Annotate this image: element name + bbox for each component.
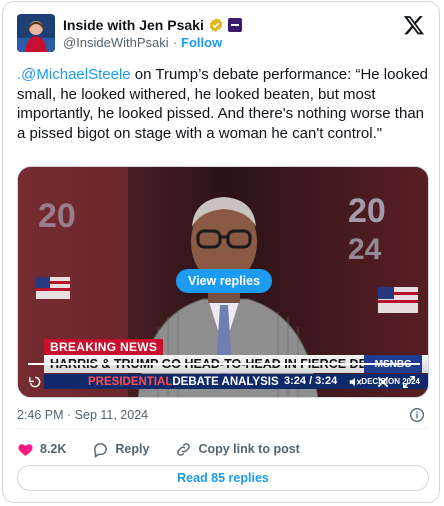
tweet-text: .@MichaelSteele on Trump’s debate perfor… bbox=[17, 65, 429, 143]
volume-icon[interactable] bbox=[348, 375, 362, 389]
copy-link-button[interactable]: Copy link to post bbox=[175, 441, 300, 458]
reply-bubble-icon bbox=[94, 442, 108, 458]
subline-part-a: PRESIDENTIAL bbox=[88, 375, 173, 388]
info-icon[interactable] bbox=[409, 407, 425, 423]
fullscreen-icon[interactable] bbox=[402, 375, 416, 389]
separator-dot: · bbox=[172, 35, 178, 50]
copy-link-label: Copy link to post bbox=[198, 442, 300, 456]
video-time-readout: 3:24 / 3:24 bbox=[284, 375, 338, 387]
video-progress-fill bbox=[28, 363, 420, 365]
heart-icon bbox=[18, 443, 33, 456]
tweet-timestamp[interactable]: 2:46 PM · Sep 11, 2024 bbox=[17, 408, 148, 422]
subline-part-b: DEBATE ANALYSIS bbox=[172, 375, 279, 388]
follow-button[interactable]: Follow bbox=[181, 35, 222, 50]
like-count: 8.2K bbox=[40, 442, 67, 456]
tweet-card: Inside with Jen Psaki @InsideWithPsaki ·… bbox=[2, 1, 440, 503]
x-logo-icon[interactable] bbox=[403, 14, 425, 36]
author-handle[interactable]: @InsideWithPsaki bbox=[63, 35, 169, 50]
svg-text:20: 20 bbox=[348, 192, 386, 230]
like-button[interactable]: 8.2K bbox=[17, 441, 66, 458]
video-player[interactable]: 20 20 24 View replies BREAKING NEWS PRES… bbox=[17, 166, 429, 398]
view-replies-button[interactable]: View replies bbox=[176, 269, 273, 293]
link-icon bbox=[177, 442, 191, 456]
affiliate-badge-icon bbox=[227, 18, 242, 32]
author-avatar[interactable] bbox=[17, 14, 55, 52]
breaking-news-label: BREAKING NEWS bbox=[44, 339, 164, 355]
action-bar: 8.2K Reply Copy link to post bbox=[17, 440, 326, 458]
divider bbox=[17, 428, 429, 429]
verified-gold-check-icon bbox=[209, 18, 223, 32]
author-name[interactable]: Inside with Jen Psaki bbox=[63, 17, 204, 33]
reply-label: Reply bbox=[115, 442, 150, 456]
handle-row: @InsideWithPsaki · Follow bbox=[63, 35, 222, 50]
close-video-icon[interactable] bbox=[376, 375, 390, 389]
reply-button[interactable]: Reply bbox=[92, 441, 149, 458]
replay-icon[interactable] bbox=[28, 375, 42, 389]
svg-text:24: 24 bbox=[348, 233, 382, 266]
author-name-row: Inside with Jen Psaki bbox=[63, 15, 242, 35]
mention-link[interactable]: .@MichaelSteele bbox=[17, 66, 131, 83]
read-replies-button[interactable]: Read 85 replies bbox=[17, 465, 429, 491]
svg-text:20: 20 bbox=[38, 197, 76, 235]
video-progress-bar[interactable] bbox=[28, 363, 420, 365]
